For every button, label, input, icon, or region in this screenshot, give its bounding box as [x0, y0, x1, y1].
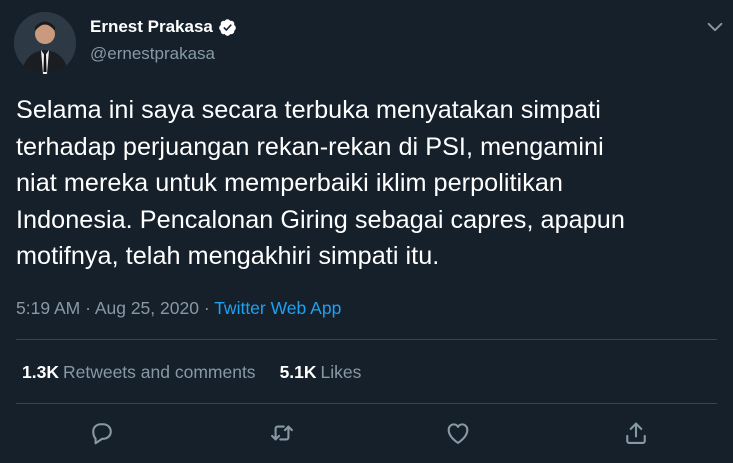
tweet: Ernest Prakasa @ernestprakasa Selama ini… — [0, 0, 733, 463]
likes-stat[interactable]: 5.1K Likes — [280, 362, 362, 383]
retweets-stat[interactable]: 1.3K Retweets and comments — [22, 362, 256, 383]
divider — [16, 339, 717, 340]
retweets-count: 1.3K — [22, 362, 59, 382]
user-name-row[interactable]: Ernest Prakasa — [90, 17, 237, 37]
retweet-icon — [271, 425, 293, 441]
reply-icon — [92, 423, 112, 445]
meta-separator: · — [203, 298, 210, 318]
like-icon — [447, 423, 469, 444]
user-handle[interactable]: @ernestprakasa — [90, 44, 215, 64]
divider — [16, 403, 717, 404]
retweets-label: Retweets and comments — [62, 362, 256, 382]
share-icon — [626, 422, 646, 444]
tweet-date[interactable]: Aug 25, 2020 — [95, 298, 199, 318]
reply-button[interactable] — [88, 419, 116, 447]
retweet-button[interactable] — [268, 419, 296, 447]
share-button[interactable] — [622, 419, 650, 447]
avatar[interactable] — [14, 12, 76, 74]
display-name[interactable]: Ernest Prakasa — [90, 17, 213, 37]
tweet-stats: 1.3K Retweets and comments 5.1K Likes — [22, 362, 385, 383]
tweet-source-link[interactable]: Twitter Web App — [214, 298, 341, 318]
more-options-button[interactable] — [704, 16, 726, 38]
chevron-down-icon — [707, 22, 723, 32]
meta-separator: · — [85, 298, 91, 318]
tweet-time[interactable]: 5:19 AM — [16, 298, 80, 318]
tweet-meta: 5:19 AM · Aug 25, 2020 · Twitter Web App — [16, 298, 341, 319]
tweet-text: Selama ini saya secara terbuka menyataka… — [16, 96, 625, 270]
verified-badge-icon — [219, 18, 236, 36]
likes-label: Likes — [320, 362, 362, 382]
like-button[interactable] — [444, 419, 472, 447]
likes-count: 5.1K — [279, 362, 317, 382]
